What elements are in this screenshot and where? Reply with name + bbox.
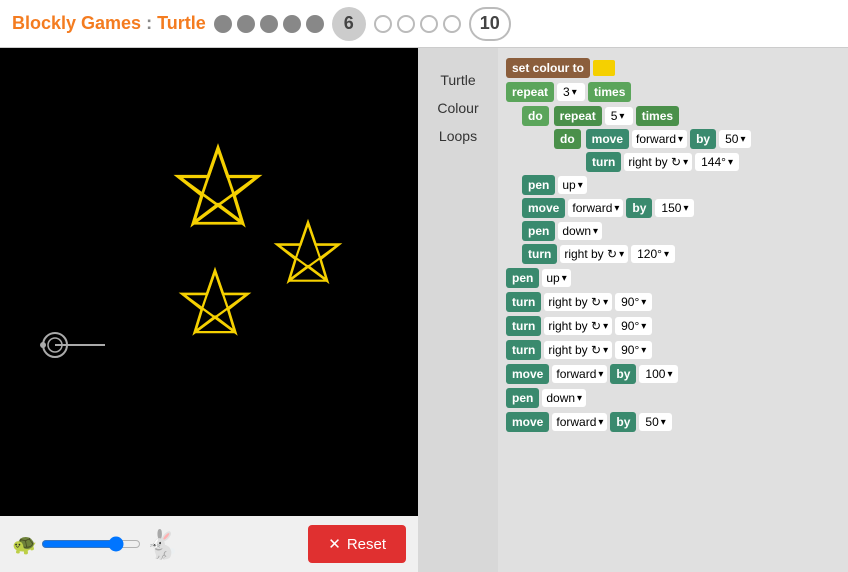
do-inner-label-row: do move forward by 50 — [554, 129, 840, 149]
turn-90-2-row: turn right by ↻ 90° — [506, 316, 840, 336]
turn-90-1-angle[interactable]: 90° — [615, 293, 652, 311]
move-inner-label: move — [586, 129, 629, 149]
brand-name: Blockly Games — [12, 13, 141, 33]
reset-label: Reset — [347, 536, 386, 553]
pen-up-dd[interactable]: up — [558, 176, 586, 194]
set-colour-label: set colour to — [506, 58, 590, 78]
turn-90-1-row: turn right by ↻ 90° — [506, 292, 840, 312]
turn-90-2-label: turn — [506, 316, 541, 336]
do-inner-label: do — [554, 129, 581, 149]
turn-outer-label: turn — [522, 244, 557, 264]
dot-9 — [420, 15, 438, 33]
turn-90-3-label: turn — [506, 340, 541, 360]
move-50-label: move — [506, 412, 549, 432]
speed-slider[interactable] — [41, 536, 141, 552]
repeat-inner-count[interactable]: 5 — [605, 107, 633, 125]
turn-inner-dir-dd[interactable]: right by ↻ — [624, 153, 692, 171]
move-outer-forward-dd[interactable]: forward — [568, 199, 623, 217]
move-100-row: move forward by 100 — [506, 364, 840, 384]
by-50-label: by — [610, 412, 636, 432]
turn-outer-angle[interactable]: 120° — [631, 245, 675, 263]
by-100-label: by — [610, 364, 636, 384]
sidebar-item-turtle[interactable]: Turtle — [418, 68, 498, 92]
repeat-outer-count[interactable]: 3 — [557, 83, 585, 101]
move-inner-dist[interactable]: 50 — [719, 130, 751, 148]
turtle — [40, 333, 105, 357]
turn-inner-label: turn — [586, 152, 621, 172]
turn-90-2-dir-dd[interactable]: right by ↻ — [544, 317, 612, 335]
header: Blockly Games : Turtle 6 10 — [0, 0, 848, 48]
move-50-row: move forward by 50 — [506, 412, 840, 432]
dot-1 — [214, 15, 232, 33]
pen-up-label: pen — [522, 175, 555, 195]
move-50-forward-dd[interactable]: forward — [552, 413, 607, 431]
turtle-canvas — [0, 48, 418, 572]
pen-down-outer-dd[interactable]: down — [542, 389, 586, 407]
turn-90-1-label: turn — [506, 292, 541, 312]
dot-2 — [237, 15, 255, 33]
move-outer-label: move — [522, 198, 565, 218]
turn-90-3-dir-dd[interactable]: right by ↻ — [544, 341, 612, 359]
pen-down-dd[interactable]: down — [558, 222, 602, 240]
repeat-outer-block: repeat 3 times — [506, 82, 840, 102]
sidebar-item-colour[interactable]: Colour — [418, 96, 498, 120]
move-outer-row: move forward by 150 — [522, 198, 840, 218]
speed-slider-container: 🐢 🐇 — [12, 528, 296, 561]
dot-8 — [397, 15, 415, 33]
pen-down-row: pen down — [522, 221, 840, 241]
level-dots — [214, 15, 324, 33]
turn-inner-angle[interactable]: 144° — [695, 153, 739, 171]
move-inner-forward-dd[interactable]: forward — [632, 130, 687, 148]
move-100-dist[interactable]: 100 — [639, 365, 678, 383]
turn-inner-row: turn right by ↻ 144° — [586, 152, 840, 172]
turn-outer-row: turn right by ↻ 120° — [522, 244, 840, 264]
remaining-dots — [374, 15, 461, 33]
dot-7 — [374, 15, 392, 33]
reset-button[interactable]: ✕ Reset — [308, 525, 406, 563]
fast-turtle-icon: 🐇 — [145, 528, 180, 561]
pen-up-row: pen up — [522, 175, 840, 195]
sidebar: Turtle Colour Loops — [418, 48, 498, 572]
turn-90-3-angle[interactable]: 90° — [615, 341, 652, 359]
turn-outer-dir-dd[interactable]: right by ↻ — [560, 245, 628, 263]
main-area: 🐢 🐇 ✕ Reset Turtle Colour Loops set colo… — [0, 48, 848, 572]
logo: Blockly Games : Turtle — [12, 13, 206, 34]
slow-turtle-icon: 🐢 — [12, 532, 37, 557]
pen-down-outer-row: pen down — [506, 388, 840, 408]
by-outer1-label: by — [626, 198, 652, 218]
sidebar-item-loops[interactable]: Loops — [418, 124, 498, 148]
reset-icon: ✕ — [328, 535, 341, 553]
max-level-badge: 10 — [469, 7, 511, 41]
do-outer-label-row: do repeat 5 times — [522, 106, 840, 126]
pen-up-outer-dd[interactable]: up — [542, 269, 570, 287]
pen-up-outer-label: pen — [506, 268, 539, 288]
set-colour-block: set colour to — [506, 58, 840, 78]
pen-down-label: pen — [522, 221, 555, 241]
colour-swatch[interactable] — [593, 60, 615, 76]
repeat-outer-times: times — [588, 82, 631, 102]
pen-down-outer-label: pen — [506, 388, 539, 408]
by-inner1-label: by — [690, 129, 716, 149]
pen-up-outer-row: pen up — [506, 268, 840, 288]
blocks-area: set colour to repeat 3 times do repeat 5… — [498, 48, 848, 572]
canvas-controls: 🐢 🐇 ✕ Reset — [0, 516, 418, 572]
move-outer-dist[interactable]: 150 — [655, 199, 694, 217]
move-100-label: move — [506, 364, 549, 384]
dot-3 — [260, 15, 278, 33]
repeat-outer-label: repeat — [506, 82, 554, 102]
turn-90-2-angle[interactable]: 90° — [615, 317, 652, 335]
dot-5 — [306, 15, 324, 33]
dot-4 — [283, 15, 301, 33]
dot-10 — [443, 15, 461, 33]
move-100-forward-dd[interactable]: forward — [552, 365, 607, 383]
do-outer-label: do — [522, 106, 549, 126]
repeat-inner-times: times — [636, 106, 679, 126]
move-50-dist[interactable]: 50 — [639, 413, 671, 431]
current-level-badge[interactable]: 6 — [332, 7, 366, 41]
game-title: Turtle — [157, 13, 206, 33]
repeat-inner-label: repeat — [554, 106, 602, 126]
canvas-area: 🐢 🐇 ✕ Reset — [0, 48, 418, 572]
turn-90-3-row: turn right by ↻ 90° — [506, 340, 840, 360]
turn-90-1-dir-dd[interactable]: right by ↻ — [544, 293, 612, 311]
